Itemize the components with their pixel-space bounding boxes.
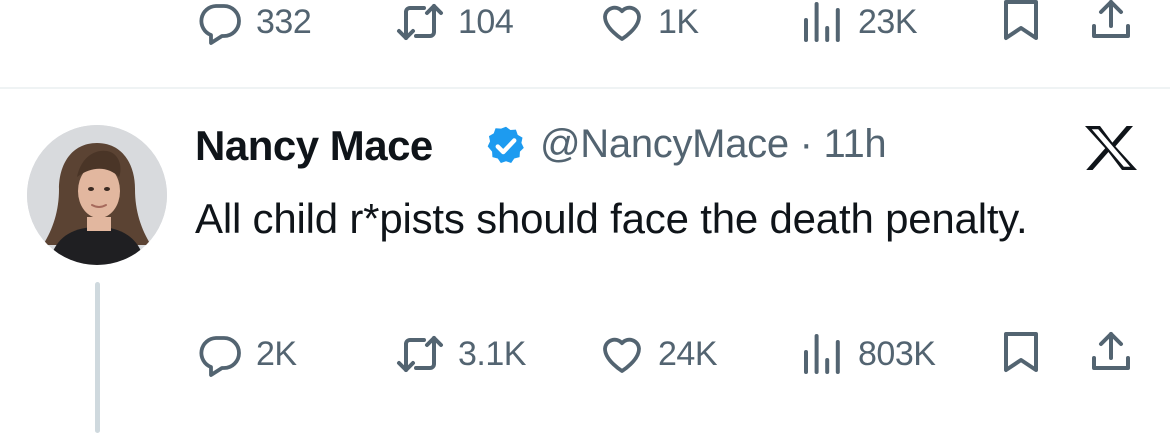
bookmark-button[interactable] — [998, 324, 1044, 384]
like-count: 1K — [658, 2, 699, 41]
repost-icon — [394, 0, 446, 46]
like-icon — [598, 330, 646, 378]
prev-tweet-actions: 332 104 1K 23K — [0, 0, 1170, 52]
reply-button[interactable]: 2K — [196, 324, 297, 384]
bookmark-icon — [998, 328, 1044, 381]
avatar[interactable] — [27, 125, 167, 265]
views-icon — [798, 0, 846, 46]
author-name[interactable]: Nancy Mace — [195, 122, 433, 170]
repost-button[interactable]: 104 — [394, 0, 514, 52]
repost-count: 3.1K — [458, 334, 526, 373]
bookmark-button[interactable] — [998, 0, 1044, 52]
x-logo-icon — [1083, 124, 1139, 177]
repost-icon — [394, 330, 446, 378]
avatar-portrait-image — [27, 125, 167, 265]
share-button[interactable] — [1088, 0, 1134, 52]
like-icon — [598, 0, 646, 46]
views-icon — [798, 330, 846, 378]
share-icon — [1088, 0, 1134, 49]
reply-icon — [196, 330, 244, 378]
views-button[interactable]: 803K — [798, 324, 936, 384]
tweet-actions: 2K 3.1K 24K 803K — [0, 324, 1170, 384]
tweet-meta: @NancyMace · 11h — [540, 122, 887, 167]
like-count: 24K — [658, 334, 718, 373]
meta-separator: · — [799, 122, 813, 166]
share-button[interactable] — [1088, 324, 1134, 384]
reply-button[interactable]: 332 — [196, 0, 312, 52]
views-count: 23K — [858, 2, 918, 41]
repost-count: 104 — [458, 2, 514, 41]
bookmark-icon — [998, 0, 1044, 49]
like-button[interactable]: 24K — [598, 324, 718, 384]
verified-badge-icon — [484, 124, 528, 173]
reply-count: 2K — [256, 334, 297, 373]
tweet-text: All child r*pists should face the death … — [195, 195, 1028, 242]
tweet-timestamp[interactable]: 11h — [824, 122, 887, 166]
views-count: 803K — [858, 334, 936, 373]
reply-icon — [196, 0, 244, 46]
share-icon — [1088, 328, 1134, 381]
tweet-divider — [0, 87, 1170, 89]
repost-button[interactable]: 3.1K — [394, 324, 526, 384]
like-button[interactable]: 1K — [598, 0, 699, 52]
views-button[interactable]: 23K — [798, 0, 918, 52]
reply-count: 332 — [256, 2, 312, 41]
author-handle[interactable]: @NancyMace — [540, 122, 789, 166]
